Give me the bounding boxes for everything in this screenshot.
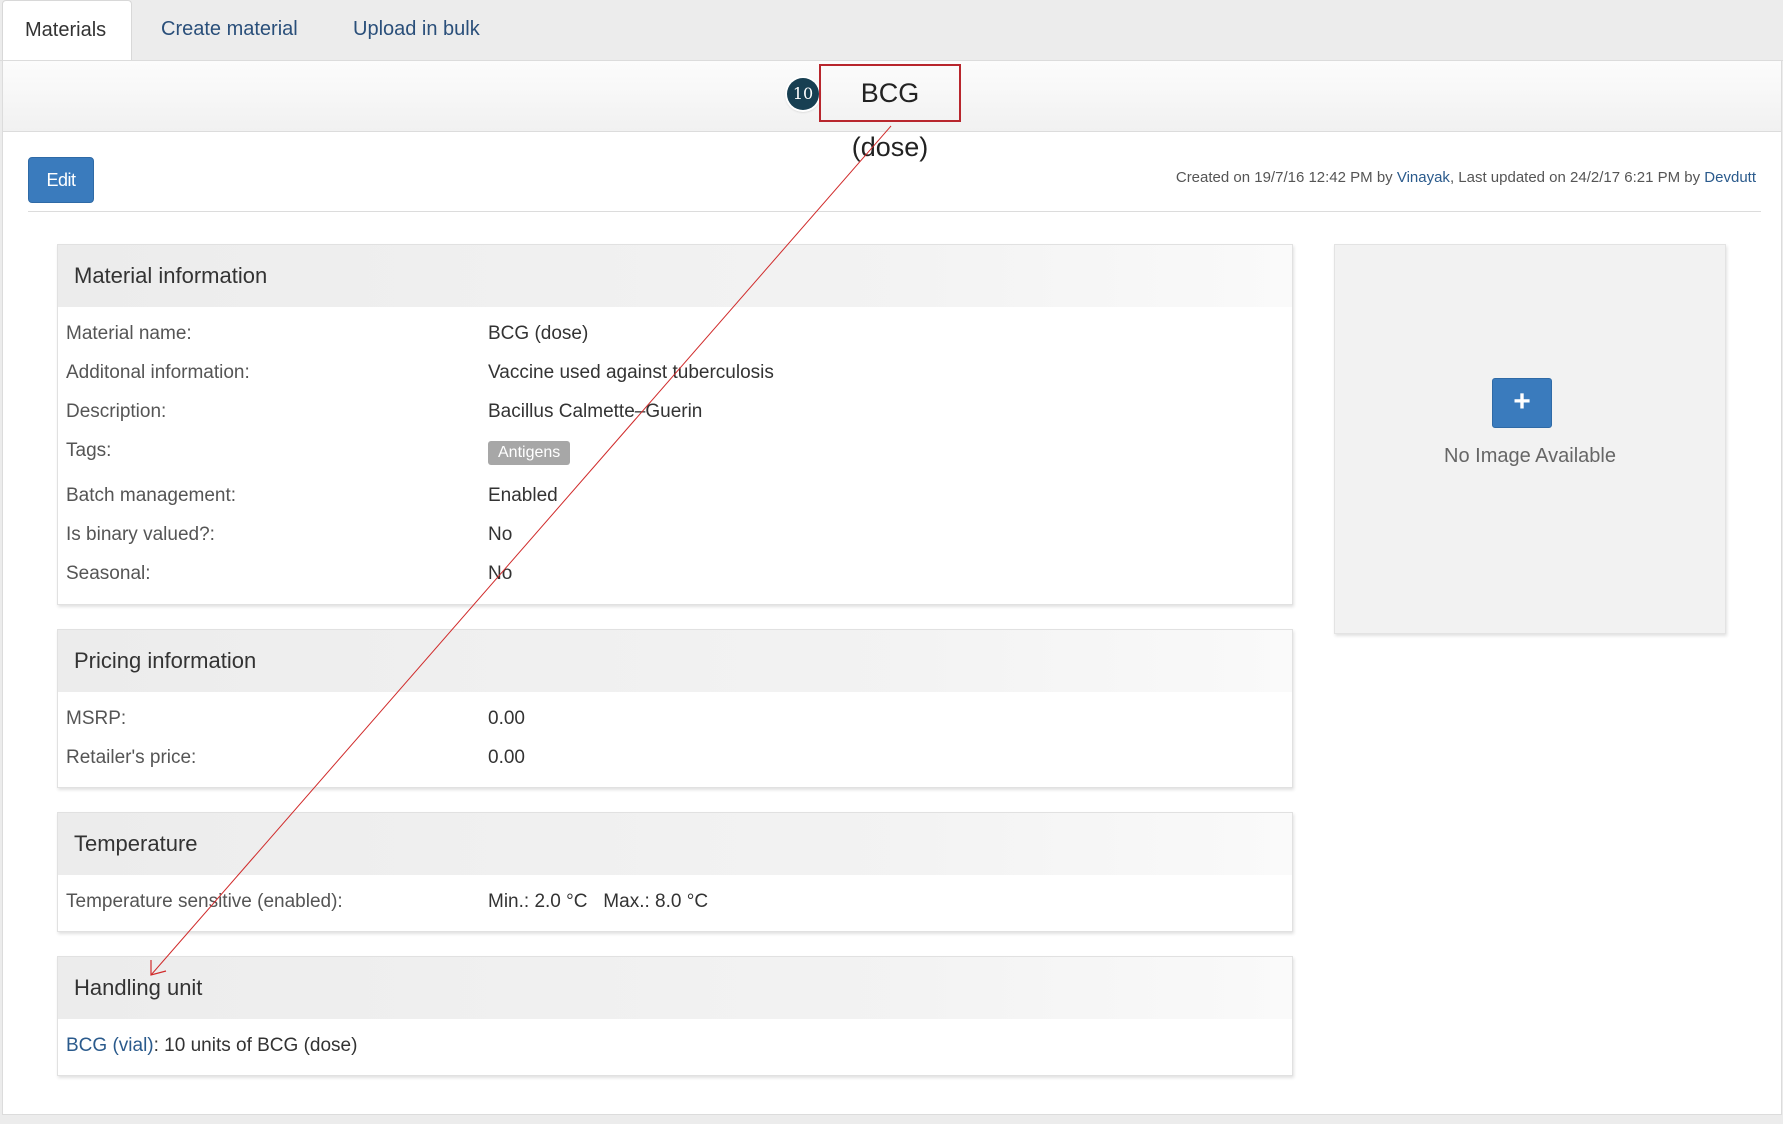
handling-unit-link[interactable]: BCG (vial): [66, 1035, 154, 1056]
handling-row: BCG (vial): 10 units of BCG (dose): [58, 1025, 1292, 1064]
step-number-badge: 10: [787, 78, 819, 110]
info-row: Seasonal: No: [58, 553, 1292, 592]
handling-text: BCG (vial): 10 units of BCG (dose): [66, 1035, 357, 1057]
page-title: BCG (dose): [819, 64, 961, 162]
info-value: Antigens: [488, 438, 571, 465]
info-label: Material name:: [66, 323, 192, 344]
pricing-row: MSRP: 0.00: [58, 698, 1292, 737]
panel-heading: Handling unit: [58, 957, 1292, 1019]
info-value: No: [488, 563, 513, 584]
info-row: Is binary valued?: No: [58, 514, 1292, 553]
info-value: Vaccine used against tuberculosis: [488, 362, 774, 383]
created-text: Created on 19/7/16 12:42 PM by: [1175, 169, 1397, 186]
tab-bar: Materials Create material Upload in bulk: [0, 0, 1783, 61]
info-row: Description: Bacillus Calmette–Guerin: [58, 391, 1292, 430]
info-label: Is binary valued?:: [66, 524, 215, 545]
info-row: Material name: BCG (dose): [58, 313, 1292, 352]
temperature-row: Temperature sensitive (enabled): Min.: 2…: [58, 881, 1292, 920]
info-row: Additonal information: Vaccine used agai…: [58, 352, 1292, 391]
material-info-panel: Material information Material name: BCG …: [57, 244, 1293, 605]
pricing-row: Retailer's price: 0.00: [58, 737, 1292, 776]
add-image-button[interactable]: +: [1492, 378, 1552, 428]
panel-heading: Material information: [58, 245, 1292, 307]
info-label: Seasonal:: [66, 563, 151, 584]
tab-materials[interactable]: Materials: [2, 0, 132, 60]
divider: [28, 211, 1761, 212]
info-label: Batch management:: [66, 485, 237, 506]
pricing-label: Retailer's price:: [66, 747, 197, 768]
updated-text: , Last updated on 24/2/17 6:21 PM by: [1449, 169, 1705, 186]
edit-button[interactable]: Edit: [28, 157, 94, 203]
info-row: Batch management: Enabled: [58, 475, 1292, 514]
info-value: Enabled: [488, 485, 558, 506]
info-value: BCG (dose): [488, 323, 589, 344]
temperature-panel: Temperature Temperature sensitive (enabl…: [57, 812, 1293, 932]
pricing-value: 0.00: [488, 747, 525, 768]
title-strip: 10 BCG (dose): [3, 61, 1781, 162]
no-image-text: No Image Available: [1444, 445, 1616, 467]
info-row: Tags: Antigens: [58, 430, 1292, 475]
audit-meta: Created on 19/7/16 12:42 PM by Vinayak, …: [1176, 169, 1756, 186]
created-by-link[interactable]: Vinayak: [1397, 169, 1450, 186]
info-label: Additonal information:: [66, 362, 250, 383]
info-label: Tags:: [66, 440, 112, 461]
pricing-label: MSRP:: [66, 708, 127, 729]
panel-heading: Temperature: [58, 813, 1292, 875]
pricing-value: 0.00: [488, 708, 525, 729]
temperature-value: Min.: 2.0 °C Max.: 8.0 °C: [488, 891, 709, 912]
temperature-label: Temperature sensitive (enabled):: [66, 891, 343, 912]
tag-badge[interactable]: Antigens: [488, 441, 571, 465]
handling-unit-panel: Handling unit BCG (vial): 10 units of BC…: [57, 956, 1293, 1076]
info-label: Description:: [66, 401, 167, 422]
panel-heading: Pricing information: [58, 630, 1292, 692]
tab-upload-in-bulk[interactable]: Upload in bulk: [353, 0, 480, 60]
pricing-panel: Pricing information MSRP: 0.00 Retailer'…: [57, 629, 1293, 788]
info-value: Bacillus Calmette–Guerin: [488, 401, 703, 422]
handling-unit-desc: : 10 units of BCG (dose): [153, 1035, 358, 1056]
image-panel: + No Image Available: [1334, 244, 1726, 634]
updated-by-link[interactable]: Devdutt: [1704, 169, 1756, 186]
tab-create-material[interactable]: Create material: [161, 0, 298, 60]
info-value: No: [488, 524, 513, 545]
